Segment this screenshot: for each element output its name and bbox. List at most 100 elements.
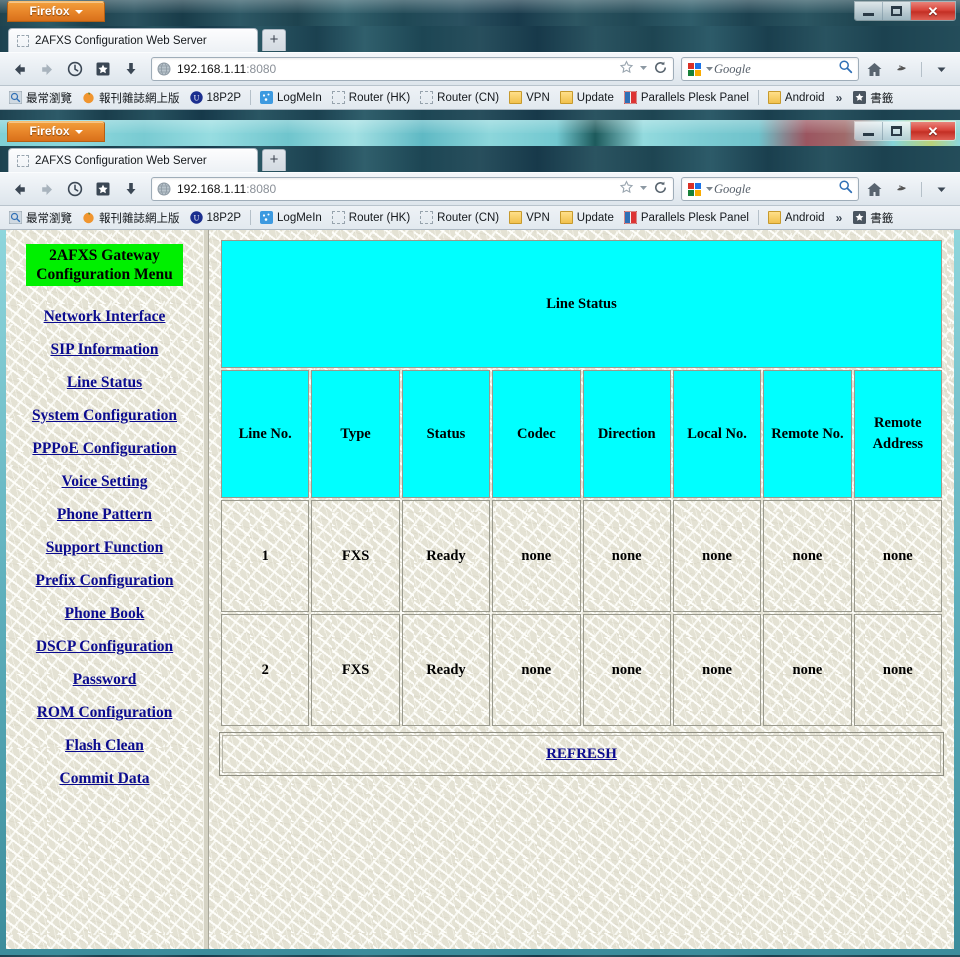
- search-input[interactable]: Google: [714, 62, 838, 77]
- sidebar-item-rom-configuration[interactable]: ROM Configuration: [12, 703, 197, 723]
- bookmark-item-update[interactable]: Update: [555, 88, 619, 108]
- search-bar[interactable]: Google: [681, 177, 859, 201]
- sidebar-item-network-interface[interactable]: Network Interface: [12, 307, 197, 327]
- bookmark-item-magazine[interactable]: 報刊雜誌網上版: [77, 208, 185, 228]
- bookmarks-menu-button[interactable]: 書籤: [848, 208, 898, 228]
- close-button[interactable]: ✕: [911, 122, 955, 140]
- restore-button[interactable]: [883, 2, 911, 20]
- bookmark-item-update[interactable]: Update: [555, 208, 619, 228]
- search-bar[interactable]: Google: [681, 57, 859, 81]
- bookmark-item-android[interactable]: Android: [763, 88, 830, 108]
- bookmarks-overflow-chevron-icon[interactable]: »: [830, 211, 849, 225]
- sidebar-item-password[interactable]: Password: [12, 670, 197, 690]
- sidebar-item-line-status[interactable]: Line Status: [12, 373, 197, 393]
- search-engine-dropmarker-icon[interactable]: [705, 60, 714, 78]
- downloads-icon[interactable]: [118, 176, 144, 202]
- cell-codec: none: [492, 500, 581, 612]
- addon-icon[interactable]: [889, 176, 915, 202]
- bookmarks-menu-button[interactable]: 書籤: [848, 88, 898, 108]
- back-icon[interactable]: [6, 176, 32, 202]
- sidebar-item-phone-book[interactable]: Phone Book: [12, 604, 197, 624]
- bookmark-item-router-hk[interactable]: Router (HK): [327, 88, 415, 108]
- restore-icon: [891, 126, 902, 136]
- firefox-window-back[interactable]: Firefox ✕ 2AFXS Configuration Web Server…: [0, 0, 960, 120]
- titlebar-back[interactable]: Firefox ✕: [0, 0, 960, 26]
- refresh-link[interactable]: REFRESH: [546, 746, 617, 762]
- bookmarks-star-icon[interactable]: [90, 56, 116, 82]
- bookmark-item-vpn[interactable]: VPN: [504, 208, 555, 228]
- new-tab-button[interactable]: +: [262, 29, 286, 51]
- minimize-button[interactable]: [855, 2, 883, 20]
- bookmark-item-vpn[interactable]: VPN: [504, 88, 555, 108]
- back-icon[interactable]: [6, 56, 32, 82]
- bookmarks-toolbar-back[interactable]: 最常瀏覽 報刊雜誌網上版 U 18P2P LogMeIn Router (HK): [0, 86, 960, 110]
- minimize-button[interactable]: [855, 122, 883, 140]
- dropmarker-icon[interactable]: [638, 182, 649, 196]
- reload-icon[interactable]: [653, 180, 668, 198]
- bookmark-item-most-visited[interactable]: 最常瀏覽: [4, 208, 77, 228]
- bookmark-item-logmein[interactable]: LogMeIn: [255, 208, 327, 228]
- home-icon[interactable]: [861, 176, 887, 202]
- bookmark-star-outline-icon[interactable]: [619, 180, 634, 198]
- bookmark-item-magazine[interactable]: 報刊雜誌網上版: [77, 88, 185, 108]
- history-clock-icon[interactable]: [62, 176, 88, 202]
- bookmark-item-router-cn[interactable]: Router (CN): [415, 88, 504, 108]
- sidebar-item-voice-setting[interactable]: Voice Setting: [12, 472, 197, 492]
- search-magnifier-icon[interactable]: [838, 59, 853, 79]
- restore-button[interactable]: [883, 122, 911, 140]
- firefox-app-button[interactable]: Firefox: [7, 1, 105, 22]
- close-button[interactable]: ✕: [911, 2, 955, 20]
- home-icon[interactable]: [861, 56, 887, 82]
- url-bar[interactable]: 192.168.1.11:8080: [151, 177, 674, 201]
- new-tab-button[interactable]: +: [262, 149, 286, 171]
- forward-icon[interactable]: [34, 176, 60, 202]
- tabstrip-back[interactable]: 2AFXS Configuration Web Server +: [0, 26, 960, 52]
- bookmark-item-android[interactable]: Android: [763, 208, 830, 228]
- toolbar-overflow-icon[interactable]: [928, 56, 954, 82]
- bookmark-item-router-cn[interactable]: Router (CN): [415, 208, 504, 228]
- bookmark-item-plesk[interactable]: Parallels Plesk Panel: [619, 88, 754, 108]
- sidebar-item-dscp-configuration[interactable]: DSCP Configuration: [12, 637, 197, 657]
- bookmark-item-logmein[interactable]: LogMeIn: [255, 88, 327, 108]
- search-engine-dropmarker-icon[interactable]: [705, 180, 714, 198]
- reload-icon[interactable]: [653, 60, 668, 78]
- history-clock-icon[interactable]: [62, 56, 88, 82]
- url-bar-actions[interactable]: [619, 60, 668, 78]
- tabstrip-front[interactable]: 2AFXS Configuration Web Server +: [0, 146, 960, 172]
- toolbar-overflow-icon[interactable]: [928, 176, 954, 202]
- window-controls-front[interactable]: ✕: [854, 121, 956, 141]
- url-bar-actions[interactable]: [619, 180, 668, 198]
- window-controls-back[interactable]: ✕: [854, 1, 956, 21]
- bookmark-item-18p2p[interactable]: U 18P2P: [185, 208, 247, 228]
- titlebar-front[interactable]: Firefox ✕: [0, 120, 960, 146]
- navigation-toolbar-front[interactable]: 192.168.1.11:8080 Google: [0, 172, 960, 206]
- sidebar-item-sip-information[interactable]: SIP Information: [12, 340, 197, 360]
- sidebar-item-pppoe-configuration[interactable]: PPPoE Configuration: [12, 439, 197, 459]
- sidebar-item-support-function[interactable]: Support Function: [12, 538, 197, 558]
- sidebar-item-prefix-configuration[interactable]: Prefix Configuration: [12, 571, 197, 591]
- navigation-toolbar-back[interactable]: 192.168.1.11:8080 Google: [0, 52, 960, 86]
- bookmark-item-router-hk[interactable]: Router (HK): [327, 208, 415, 228]
- downloads-icon[interactable]: [118, 56, 144, 82]
- browser-tab[interactable]: 2AFXS Configuration Web Server: [8, 28, 258, 52]
- bookmark-star-outline-icon[interactable]: [619, 60, 634, 78]
- browser-tab[interactable]: 2AFXS Configuration Web Server: [8, 148, 258, 172]
- bookmark-item-18p2p[interactable]: U 18P2P: [185, 88, 247, 108]
- sidebar-item-system-configuration[interactable]: System Configuration: [12, 406, 197, 426]
- firefox-app-button[interactable]: Firefox: [7, 121, 105, 142]
- bookmark-item-plesk[interactable]: Parallels Plesk Panel: [619, 208, 754, 228]
- url-bar[interactable]: 192.168.1.11:8080: [151, 57, 674, 81]
- bookmarks-star-icon[interactable]: [90, 176, 116, 202]
- bookmarks-toolbar-front[interactable]: 最常瀏覽 報刊雜誌網上版 U 18P2P LogMeIn Router (HK): [0, 206, 960, 230]
- sidebar-item-flash-clean[interactable]: Flash Clean: [12, 736, 197, 756]
- firefox-window-front[interactable]: Firefox ✕ 2AFXS Configuration Web Server…: [0, 120, 960, 957]
- search-magnifier-icon[interactable]: [838, 179, 853, 199]
- sidebar-item-commit-data[interactable]: Commit Data: [12, 769, 197, 789]
- addon-icon[interactable]: [889, 56, 915, 82]
- bookmarks-overflow-chevron-icon[interactable]: »: [830, 91, 849, 105]
- forward-icon[interactable]: [34, 56, 60, 82]
- dropmarker-icon[interactable]: [638, 62, 649, 76]
- bookmark-item-most-visited[interactable]: 最常瀏覽: [4, 88, 77, 108]
- search-input[interactable]: Google: [714, 182, 838, 197]
- sidebar-item-phone-pattern[interactable]: Phone Pattern: [12, 505, 197, 525]
